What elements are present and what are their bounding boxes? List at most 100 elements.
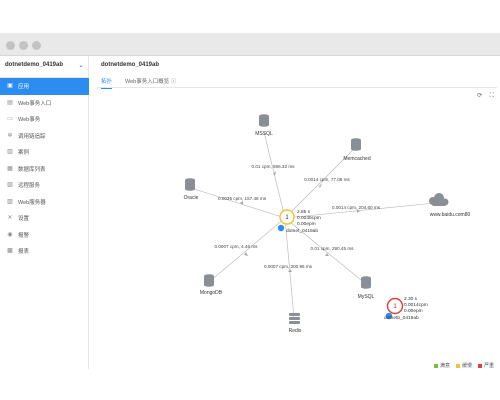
sidebar-item-web-server[interactable]: ▨ Web服务器 [0, 194, 89, 211]
sidebar-item-database[interactable]: ▦ 数据库列表 [0, 161, 89, 178]
node-response-time: 2.85 s [297, 209, 311, 215]
app-selector[interactable]: dotnetdemo_0419ab ⌄ [0, 56, 89, 78]
toolbar: ⟳ ⛶ [471, 92, 494, 100]
node-memcached[interactable]: Memcached [343, 138, 371, 162]
legend-item: 严重 [478, 362, 494, 369]
remote-service-icon: ▧ [7, 182, 13, 189]
sidebar-item-label: 应用 [18, 84, 30, 91]
node-name: dotnet_0419ab [286, 228, 318, 234]
node-epm: 0.00epm [297, 221, 316, 227]
refresh-icon[interactable]: ⟳ [477, 93, 482, 99]
database-icon [351, 138, 361, 151]
edge-label-redis: 0.0007 cpm, 300.96 ms [264, 264, 313, 269]
app-window: dotnetdemo_0419ab ⌄ ▣ 应用 ▤ Web事务入口 ▭ Web事务 … [0, 0, 500, 400]
sidebar-item-web-entry[interactable]: ▤ Web事务入口 [0, 95, 89, 112]
topology-map: MSSQL Memcached Oracle www.baidu.com80 M… [184, 114, 471, 334]
sidebar-item-label: 报警 [18, 232, 30, 239]
web-transaction-icon: ▭ [7, 116, 13, 123]
legend: 满意 缓慢 严重 [434, 362, 494, 369]
sidebar-item-label: 报表 [18, 249, 30, 256]
node-label: MongoDB [200, 290, 223, 296]
sidebar-item-web-transaction[interactable]: ▭ Web事务 [0, 111, 89, 128]
window-control-minimize[interactable] [19, 41, 28, 50]
edge-arrow [244, 252, 248, 256]
sidebar-item-trace[interactable]: ✲ 调用链追踪 [0, 128, 89, 145]
database-icon [204, 274, 214, 287]
database-icon [361, 276, 371, 289]
report-icon: ▩ [7, 248, 13, 255]
tab-web-entry-overview[interactable]: Web事务入口概览 ⓘ [125, 77, 176, 85]
trace-icon: ✲ [7, 132, 13, 139]
app-icon: ▣ [7, 83, 13, 90]
web-server-icon: ▨ [7, 198, 13, 205]
edge-label-mysql: 0.01 cpm, 290.45 ms [311, 246, 355, 251]
sidebar-nav: ▣ 应用 ▤ Web事务入口 ▭ Web事务 ✲ 调用链追踪 ▥ 案例 ▦ 数据库列表 ▧ 远… [0, 78, 89, 260]
edge-label-baidu: 0.0014 cpm, 204.60 ms [332, 205, 381, 210]
node-baidu[interactable]: www.baidu.com80 [429, 193, 471, 218]
database-icon [259, 114, 269, 127]
sidebar-item-alarm[interactable]: ◉ 报警 [0, 227, 89, 244]
node-mssql[interactable]: MSSQL [255, 114, 273, 137]
edge-mysql [284, 217, 367, 285]
cloud-icon [429, 193, 449, 206]
sidebar-item-app[interactable]: ▣ 应用 [0, 78, 89, 95]
node-label: Oracle [184, 195, 199, 201]
database-icon: ▦ [7, 165, 13, 172]
sidebar: dotnetdemo_0419ab ⌄ ▣ 应用 ▤ Web事务入口 ▭ Web事务 … [0, 56, 89, 369]
node-name: dotnetb_0419ab [384, 315, 419, 321]
edge-label-mongodb: 0.0007 cpm, 4.46 ms [215, 244, 259, 249]
fullscreen-icon[interactable]: ⛶ [490, 93, 494, 99]
window-titlebar [0, 33, 500, 56]
case-icon: ▥ [7, 149, 13, 156]
node-mongodb[interactable]: MongoDB [200, 274, 223, 296]
sidebar-item-label: 案例 [18, 150, 30, 157]
sidebar-item-label: 远程服务 [18, 183, 41, 190]
sidebar-item-label: Web事务 [18, 117, 41, 124]
legend-item: 缓慢 [456, 362, 472, 369]
node-label: Redis [289, 328, 302, 334]
node-epm: 0.00epm [404, 308, 423, 314]
edge-mongodb [208, 217, 286, 283]
window-control-close[interactable] [6, 41, 15, 50]
node-label: www.baidu.com80 [430, 212, 471, 218]
sidebar-item-report[interactable]: ▩ 报表 [0, 243, 89, 260]
database-icon [185, 178, 195, 191]
node-center-app[interactable]: 1 2.85 s 0.0035cpm dotnet_0419ab 0.00epm [277, 209, 321, 234]
node-label: Memcached [343, 156, 370, 162]
edge-label-memcached: 0.0014 cpm, 77.08 ms [304, 177, 350, 182]
sidebar-item-case[interactable]: ▥ 案例 [0, 144, 89, 161]
sidebar-item-label: Web事务入口 [18, 100, 52, 107]
sidebar-item-label: 数据库列表 [18, 166, 46, 173]
page-title: dotnetdemo_0419ab [101, 62, 160, 68]
edge-label-oracle: 0.0035 cpm, 157.48 ms [218, 196, 267, 201]
tab-topology[interactable]: 拓扑 [101, 77, 113, 89]
main-panel: MSSQL Memcached Oracle www.baidu.com80 M… [89, 56, 500, 369]
web-entry-icon: ▤ [7, 99, 13, 106]
instance-count: 1 [393, 303, 397, 310]
node-label: MSSQL [255, 131, 273, 137]
node-remote-app[interactable]: 1 2.30 s 0.0014cpm 0.00epm dotnetb_0419a… [384, 296, 428, 321]
window-control-maximize[interactable] [32, 41, 41, 50]
node-label: MySQL [358, 294, 375, 300]
redis-icon [289, 313, 300, 324]
sidebar-item-label: 调用链追踪 [18, 133, 46, 140]
bottom-spacer [0, 369, 500, 400]
sidebar-item-remote-service[interactable]: ▧ 远程服务 [0, 177, 89, 194]
node-response-time: 2.30 s [404, 296, 418, 302]
sidebar-item-settings[interactable]: ✕ 设置 [0, 210, 89, 227]
legend-item: 满意 [434, 362, 450, 369]
dotnet-icon [277, 224, 285, 232]
edge-arrow [288, 269, 292, 272]
tab-bar: 拓扑 Web事务入口概览 ⓘ [97, 74, 497, 89]
node-mysql[interactable]: MySQL [358, 276, 375, 300]
app-name: dotnetdemo_0419ab [5, 62, 64, 68]
chevron-down-icon: ⌄ [78, 62, 84, 69]
settings-icon: ✕ [7, 215, 13, 222]
sidebar-item-label: 设置 [18, 216, 30, 223]
alarm-icon: ◉ [7, 231, 13, 238]
node-redis[interactable]: Redis [289, 313, 302, 334]
edge-label-mssql: 0.01 cpm, 596.32 ms [252, 164, 296, 169]
edge-oracle [190, 187, 286, 219]
node-cpm: 0.0014cpm [404, 302, 428, 308]
sidebar-item-label: Web服务器 [18, 199, 46, 206]
